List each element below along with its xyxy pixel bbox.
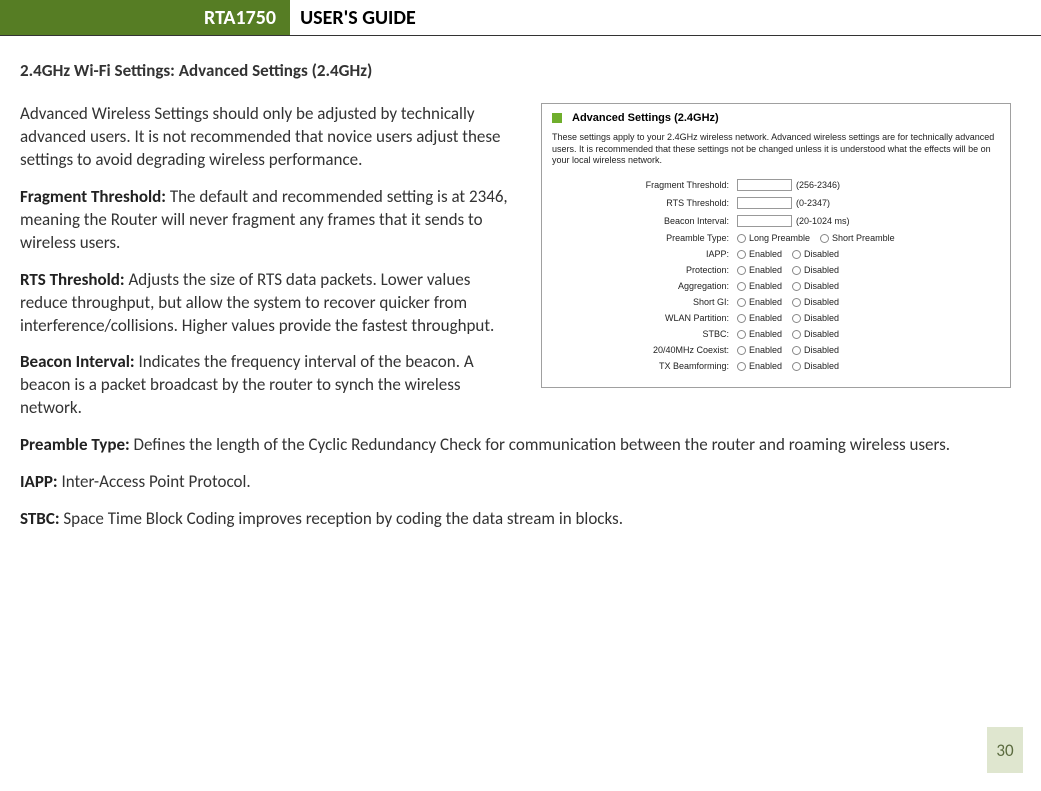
option-coexist-enabled: Enabled [749, 345, 782, 355]
radio-iapp-disabled[interactable] [792, 250, 801, 259]
input-rts-threshold[interactable] [737, 197, 792, 209]
row-stbc: STBC: Enabled Disabled [552, 329, 1000, 339]
option-protection-enabled: Enabled [749, 265, 782, 275]
label-protection: Protection: [552, 265, 737, 275]
row-fragment-threshold: Fragment Threshold: (256-2346) [552, 179, 1000, 191]
def-iapp: IAPP: Inter-Access Point Protocol. [20, 471, 1011, 494]
option-txbf-disabled: Disabled [804, 361, 839, 371]
option-long-preamble: Long Preamble [749, 233, 810, 243]
panel-title: Advanced Settings (2.4GHz) [572, 112, 719, 124]
option-iapp-enabled: Enabled [749, 249, 782, 259]
input-beacon-interval[interactable] [737, 215, 792, 227]
radio-protection-enabled[interactable] [737, 266, 746, 275]
radio-shortgi-enabled[interactable] [737, 298, 746, 307]
option-shortgi-disabled: Disabled [804, 297, 839, 307]
header-title: USER'S GUIDE [290, 0, 426, 35]
row-wlan-partition: WLAN Partition: Enabled Disabled [552, 313, 1000, 323]
panel-header: Advanced Settings (2.4GHz) [552, 112, 1000, 124]
def-preamble-type: Preamble Type: Defines the length of the… [20, 434, 1011, 457]
radio-wlan-enabled[interactable] [737, 314, 746, 323]
option-stbc-disabled: Disabled [804, 329, 839, 339]
section-title: 2.4GHz Wi-Fi Settings: Advanced Settings… [20, 60, 1011, 81]
option-short-preamble: Short Preamble [832, 233, 895, 243]
label-rts-threshold: RTS Threshold: [552, 198, 737, 208]
hint-beacon-interval: (20-1024 ms) [796, 216, 850, 226]
def-stbc: STBC: Space Time Block Coding improves r… [20, 508, 1011, 531]
radio-iapp-enabled[interactable] [737, 250, 746, 259]
option-stbc-enabled: Enabled [749, 329, 782, 339]
hint-fragment-threshold: (256-2346) [796, 180, 840, 190]
label-preamble-type: Preamble Type: [552, 233, 737, 243]
option-iapp-disabled: Disabled [804, 249, 839, 259]
row-coexist: 20/40MHz Coexist: Enabled Disabled [552, 345, 1000, 355]
radio-long-preamble[interactable] [737, 234, 746, 243]
label-aggregation: Aggregation: [552, 281, 737, 291]
radio-stbc-enabled[interactable] [737, 330, 746, 339]
row-short-gi: Short GI: Enabled Disabled [552, 297, 1000, 307]
radio-wlan-disabled[interactable] [792, 314, 801, 323]
square-icon [552, 113, 562, 123]
text-preamble-type: Defines the length of the Cyclic Redunda… [130, 434, 950, 455]
term-preamble-type: Preamble Type: [20, 434, 130, 455]
radio-aggregation-disabled[interactable] [792, 282, 801, 291]
label-wlan-partition: WLAN Partition: [552, 313, 737, 323]
hint-rts-threshold: (0-2347) [796, 198, 830, 208]
row-aggregation: Aggregation: Enabled Disabled [552, 281, 1000, 291]
option-aggregation-enabled: Enabled [749, 281, 782, 291]
option-protection-disabled: Disabled [804, 265, 839, 275]
header-model-badge: RTA1750 [190, 0, 290, 35]
page-content: 2.4GHz Wi-Fi Settings: Advanced Settings… [0, 36, 1041, 545]
settings-screenshot-panel: Advanced Settings (2.4GHz) These setting… [541, 103, 1011, 388]
option-txbf-enabled: Enabled [749, 361, 782, 371]
radio-coexist-enabled[interactable] [737, 346, 746, 355]
option-shortgi-enabled: Enabled [749, 297, 782, 307]
row-iapp: IAPP: Enabled Disabled [552, 249, 1000, 259]
term-stbc: STBC: [20, 508, 60, 529]
term-iapp: IAPP: [20, 471, 58, 492]
row-rts-threshold: RTS Threshold: (0-2347) [552, 197, 1000, 209]
page-number: 30 [987, 727, 1023, 773]
row-preamble-type: Preamble Type: Long Preamble Short Pream… [552, 233, 1000, 243]
term-beacon-interval: Beacon Interval: [20, 351, 135, 372]
label-beacon-interval: Beacon Interval: [552, 216, 737, 226]
radio-aggregation-enabled[interactable] [737, 282, 746, 291]
label-short-gi: Short GI: [552, 297, 737, 307]
label-coexist: 20/40MHz Coexist: [552, 345, 737, 355]
header-accent-bar [0, 0, 190, 35]
radio-txbf-enabled[interactable] [737, 362, 746, 371]
term-rts-threshold: RTS Threshold: [20, 269, 125, 290]
label-stbc: STBC: [552, 329, 737, 339]
radio-stbc-disabled[interactable] [792, 330, 801, 339]
radio-coexist-disabled[interactable] [792, 346, 801, 355]
panel-description: These settings apply to your 2.4GHz wire… [552, 132, 1000, 167]
text-stbc: Space Time Block Coding improves recepti… [60, 508, 623, 529]
input-fragment-threshold[interactable] [737, 179, 792, 191]
row-beacon-interval: Beacon Interval: (20-1024 ms) [552, 215, 1000, 227]
label-tx-beamforming: TX Beamforming: [552, 361, 737, 371]
label-iapp: IAPP: [552, 249, 737, 259]
option-wlan-enabled: Enabled [749, 313, 782, 323]
radio-protection-disabled[interactable] [792, 266, 801, 275]
radio-txbf-disabled[interactable] [792, 362, 801, 371]
label-fragment-threshold: Fragment Threshold: [552, 180, 737, 190]
option-wlan-disabled: Disabled [804, 313, 839, 323]
row-tx-beamforming: TX Beamforming: Enabled Disabled [552, 361, 1000, 371]
term-fragment-threshold: Fragment Threshold: [20, 186, 166, 207]
option-coexist-disabled: Disabled [804, 345, 839, 355]
page-header: RTA1750 USER'S GUIDE [0, 0, 1041, 36]
text-iapp: Inter-Access Point Protocol. [58, 471, 251, 492]
radio-shortgi-disabled[interactable] [792, 298, 801, 307]
row-protection: Protection: Enabled Disabled [552, 265, 1000, 275]
option-aggregation-disabled: Disabled [804, 281, 839, 291]
radio-short-preamble[interactable] [820, 234, 829, 243]
